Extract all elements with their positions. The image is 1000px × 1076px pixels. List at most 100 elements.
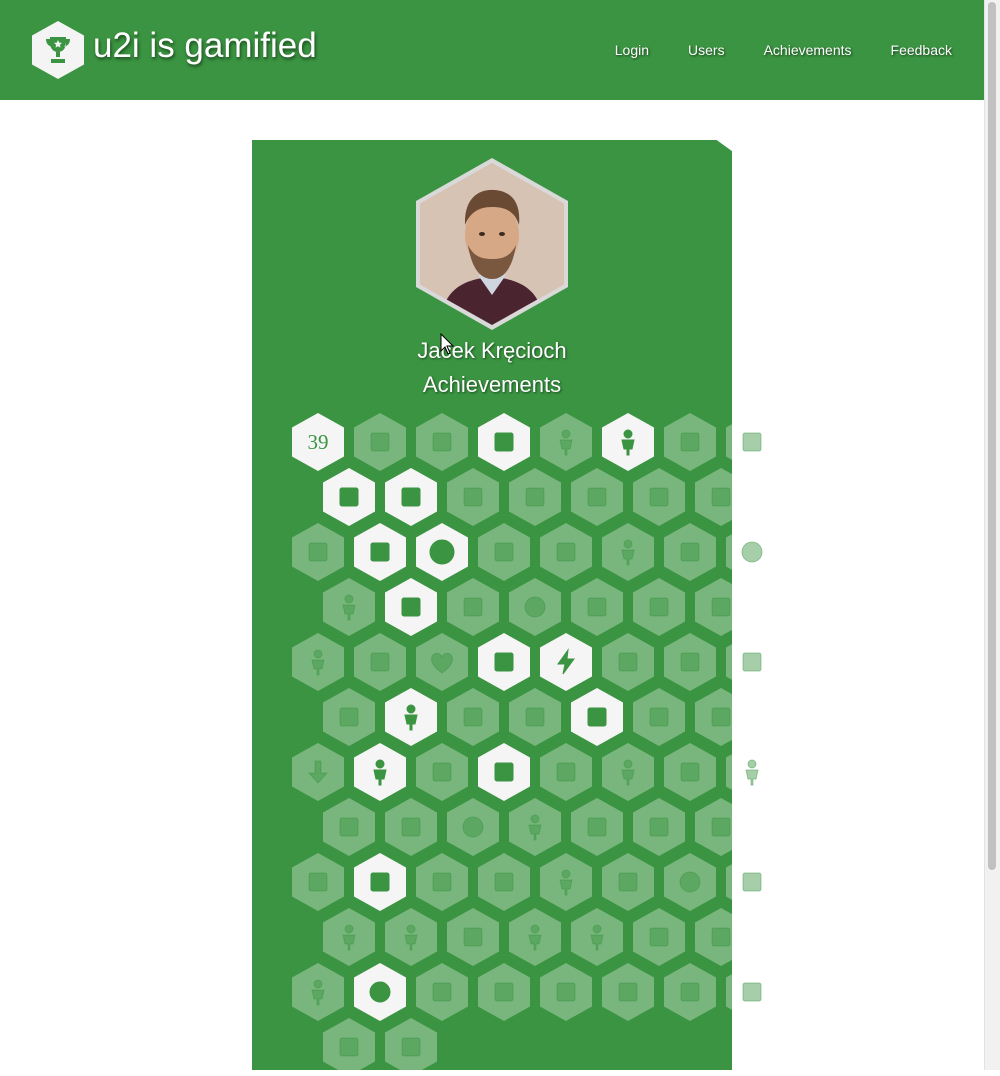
trophy-logo-icon[interactable] bbox=[32, 21, 84, 79]
heart-icon bbox=[431, 652, 453, 674]
phone-icon bbox=[680, 982, 700, 1002]
dentist-icon bbox=[742, 982, 762, 1002]
microphone-icon bbox=[680, 432, 700, 452]
first-aid-icon bbox=[711, 927, 731, 947]
signpost-icon bbox=[618, 652, 638, 672]
document-pencil-icon bbox=[742, 432, 762, 452]
menorah-icon bbox=[432, 982, 452, 1002]
bald-head-icon bbox=[741, 541, 763, 563]
goal-icon bbox=[525, 487, 545, 507]
checklist-icon bbox=[649, 927, 669, 947]
number-39-icon: 39 bbox=[307, 429, 329, 454]
coffee-machine-icon bbox=[711, 597, 731, 617]
gardener-icon bbox=[590, 924, 604, 951]
fingers-crossed-icon bbox=[463, 927, 483, 947]
detective-icon bbox=[404, 704, 418, 731]
candle-icon bbox=[370, 872, 390, 892]
idea-head-icon bbox=[462, 816, 484, 838]
top-bar: u2i is gamified Login Users Achievements… bbox=[0, 0, 985, 100]
traveler-icon bbox=[342, 594, 356, 621]
robot-icon bbox=[680, 652, 700, 672]
bed-icon bbox=[494, 542, 514, 562]
sheep-badge[interactable] bbox=[726, 853, 778, 911]
svg-text:0: 0 bbox=[438, 545, 446, 562]
user-name: Jacek Kręcioch bbox=[417, 338, 567, 363]
zombie-icon bbox=[679, 871, 701, 893]
cpr-icon bbox=[680, 542, 700, 562]
no-entry-icon bbox=[308, 542, 328, 562]
figure-icon bbox=[621, 759, 635, 786]
cloud-icon bbox=[711, 487, 731, 507]
arrow-down-icon bbox=[307, 760, 329, 784]
hiker-icon bbox=[528, 814, 542, 841]
envelope-icon bbox=[339, 817, 359, 837]
waves-icon bbox=[432, 432, 452, 452]
ship-wheel-icon bbox=[587, 487, 607, 507]
ok-gesture-icon bbox=[494, 762, 514, 782]
bearded-face-icon bbox=[369, 981, 391, 1003]
avatar bbox=[420, 163, 564, 325]
bug-icon bbox=[463, 487, 483, 507]
ok-hand-icon bbox=[463, 597, 483, 617]
cube-grid-icon bbox=[401, 487, 421, 507]
falling-person-icon bbox=[342, 924, 356, 951]
footprint-icon bbox=[587, 707, 607, 727]
exit-door-icon bbox=[339, 487, 359, 507]
stack-icon bbox=[370, 432, 390, 452]
splash-icon bbox=[494, 982, 514, 1002]
person-door-icon bbox=[311, 979, 325, 1006]
elf-icon bbox=[373, 759, 387, 786]
suitcase-icon bbox=[618, 982, 638, 1002]
nav-users[interactable]: Users bbox=[688, 42, 725, 58]
bald-head-badge[interactable] bbox=[726, 523, 778, 581]
cash-icon bbox=[742, 652, 762, 672]
rock-hand-icon bbox=[556, 982, 576, 1002]
iron-man-icon bbox=[745, 759, 759, 786]
cash-badge[interactable] bbox=[726, 633, 778, 691]
head-gears-icon bbox=[524, 596, 546, 618]
community-icon bbox=[649, 817, 669, 837]
chef-hat-icon bbox=[711, 707, 731, 727]
goat-icon bbox=[432, 762, 452, 782]
mouse-cursor-icon bbox=[440, 333, 454, 355]
dentist-badge[interactable] bbox=[726, 963, 778, 1021]
mustache-icon bbox=[587, 597, 607, 617]
sunrise-icon bbox=[525, 707, 545, 727]
burger-icon bbox=[494, 652, 514, 672]
nav-feedback[interactable]: Feedback bbox=[891, 42, 952, 58]
achievements-heading: Achievements bbox=[422, 372, 562, 397]
main-nav: Login Users Achievements Feedback bbox=[576, 42, 952, 58]
flip-flops-icon bbox=[339, 1037, 359, 1057]
rubber-duck-icon bbox=[308, 872, 328, 892]
reading-person-icon bbox=[621, 539, 635, 566]
sheep-icon bbox=[742, 872, 762, 892]
scrollbar[interactable] bbox=[984, 0, 1000, 1070]
meditation-icon bbox=[311, 649, 325, 676]
zero-ring-icon: 0 bbox=[429, 539, 455, 565]
parrot-icon bbox=[494, 432, 514, 452]
standing-man-icon bbox=[528, 924, 542, 951]
lightbulb-icon bbox=[463, 707, 483, 727]
document-pencil-badge[interactable] bbox=[726, 413, 778, 471]
santa-hat-icon bbox=[618, 872, 638, 892]
scrollbar-thumb[interactable] bbox=[988, 2, 996, 870]
nav-achievements[interactable]: Achievements bbox=[764, 42, 852, 58]
nav-login[interactable]: Login bbox=[615, 42, 649, 58]
clapping-icon bbox=[649, 707, 669, 727]
coffin-icon bbox=[556, 762, 576, 782]
runner-icon bbox=[559, 869, 573, 896]
money-shovel-icon bbox=[401, 1037, 421, 1057]
hand-icon bbox=[680, 762, 700, 782]
racetrack-icon bbox=[494, 872, 514, 892]
stairs-icon bbox=[556, 542, 576, 562]
site-title[interactable]: u2i is gamified bbox=[93, 26, 317, 66]
party-popper-icon bbox=[557, 648, 575, 675]
iron-man-badge[interactable] bbox=[726, 743, 778, 801]
person-cap-icon bbox=[559, 429, 573, 456]
megaphone-icon bbox=[401, 817, 421, 837]
bookshelf-icon bbox=[404, 924, 418, 951]
christmas-tree-icon bbox=[649, 597, 669, 617]
person-frame-icon bbox=[621, 429, 635, 456]
seesaw-icon bbox=[649, 487, 669, 507]
pizza-icon bbox=[587, 817, 607, 837]
